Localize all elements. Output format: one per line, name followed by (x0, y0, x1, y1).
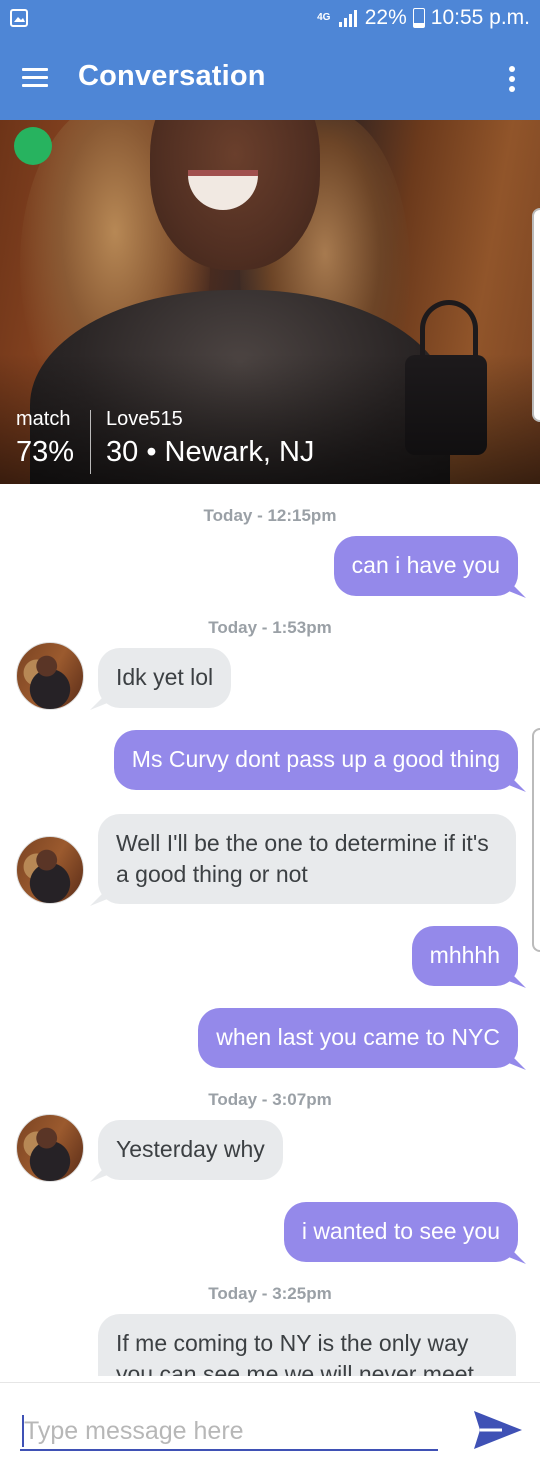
contact-avatar[interactable] (16, 642, 84, 710)
battery-icon (412, 8, 425, 28)
message-composer (0, 1382, 540, 1481)
outgoing-message[interactable]: can i have you (333, 536, 518, 596)
incoming-message[interactable]: Well I'll be the one to determine if it'… (98, 814, 516, 904)
hamburger-menu-icon[interactable] (20, 64, 52, 92)
gallery-notification-icon (10, 9, 28, 27)
page-title: Conversation (78, 60, 266, 92)
message-timestamp: Today - 3:07pm (208, 1090, 332, 1109)
more-vert-icon[interactable] (506, 64, 518, 94)
send-icon[interactable] (472, 1407, 524, 1453)
outgoing-message[interactable]: i wanted to see you (283, 1202, 518, 1262)
contact-avatar[interactable] (16, 1114, 84, 1182)
incoming-message[interactable]: Idk yet lol (98, 648, 232, 708)
message-timestamp: Today - 12:15pm (203, 506, 337, 525)
edge-panel-handle[interactable] (532, 208, 540, 422)
profile-divider (90, 410, 91, 474)
status-time: 10:55 p.m. (430, 6, 530, 29)
contact-avatar[interactable] (16, 836, 84, 904)
edge-panel-handle[interactable] (532, 728, 540, 952)
status-bar: 4G 22% 10:55 p.m. (0, 0, 540, 36)
text-cursor (22, 1415, 24, 1447)
message-timestamp: Today - 3:25pm (208, 1284, 332, 1303)
message-timestamp: Today - 1:53pm (208, 618, 332, 637)
profile-age-location: 30 • Newark, NJ (106, 436, 315, 468)
network-type-indicator: 4G (317, 12, 331, 23)
outgoing-message[interactable]: Ms Curvy dont pass up a good thing (113, 730, 518, 790)
outgoing-message[interactable]: mhhhh (411, 926, 518, 986)
incoming-message[interactable]: If me coming to NY is the only way you c… (98, 1314, 516, 1376)
match-percentage: 73% (16, 436, 75, 468)
battery-percent: 22% (364, 6, 407, 29)
app-bar: Conversation (0, 36, 540, 120)
incoming-message[interactable]: Yesterday why (98, 1120, 283, 1180)
online-status-indicator (14, 127, 52, 165)
profile-username: Love515 (106, 408, 183, 430)
profile-photo[interactable] (0, 120, 540, 484)
message-input[interactable] (20, 1413, 438, 1451)
match-label: match (16, 408, 71, 430)
outgoing-message[interactable]: when last you came to NYC (198, 1008, 518, 1068)
message-list[interactable]: Today - 12:15pm can i have you Today - 1… (0, 484, 540, 1376)
signal-icon (338, 10, 357, 27)
